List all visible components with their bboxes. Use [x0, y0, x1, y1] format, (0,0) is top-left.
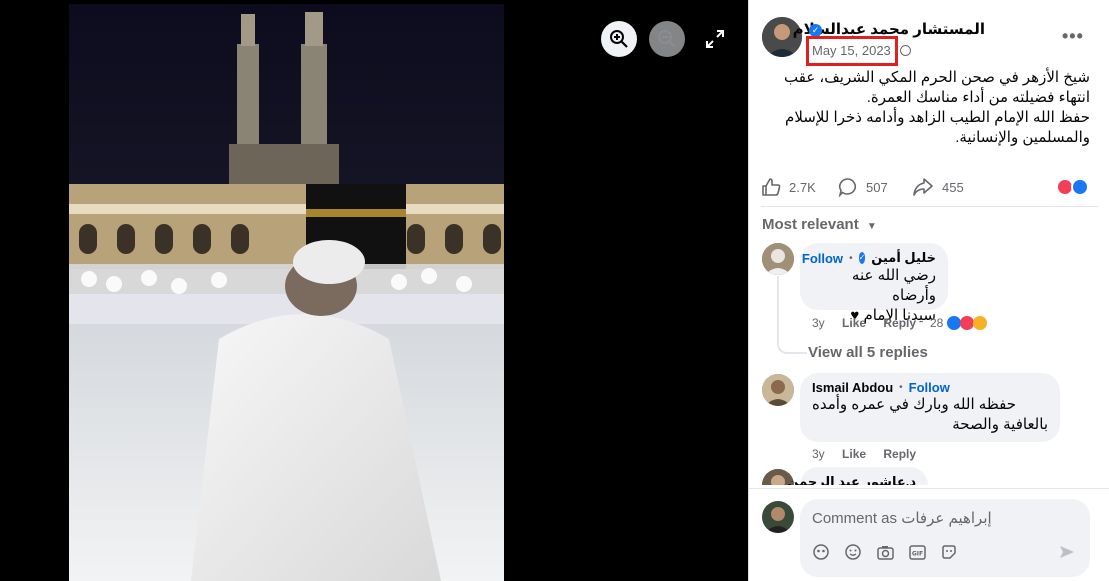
expand-icon: [706, 30, 724, 48]
camera-icon[interactable]: [876, 543, 894, 561]
comment-header: Ismail Abdou • Follow: [812, 380, 1048, 395]
view-replies-link[interactable]: View all 5 replies: [808, 344, 928, 361]
zoom-out-button[interactable]: [649, 21, 685, 57]
photo-pane: [0, 0, 748, 581]
zoom-out-icon: [658, 30, 676, 48]
sort-label: Most relevant: [762, 216, 859, 233]
comment-actions: 3y Like Reply: [812, 447, 916, 461]
more-options-icon: •••: [1062, 26, 1084, 46]
comment-count: 507: [866, 179, 888, 195]
like-button[interactable]: Like: [842, 316, 866, 330]
post-date-label[interactable]: May 15, 2023: [812, 43, 891, 58]
chevron-down-icon: ▼: [866, 221, 877, 232]
emoji-icon[interactable]: [844, 543, 862, 561]
commenter-avatar[interactable]: [762, 243, 794, 275]
share-icon: [913, 178, 933, 196]
comment-bubble: Ismail Abdou • Follow حفظه الله وبارك في…: [800, 373, 1060, 442]
comment-text: رضي الله عنه وأرضاه: [851, 267, 936, 304]
zoom-in-icon: [610, 30, 628, 48]
divider: [761, 206, 1098, 207]
comment-bubble: د.عاشور عبد الرحمن: [787, 467, 928, 485]
follow-link[interactable]: Follow: [909, 380, 950, 395]
sticker-icon[interactable]: [940, 543, 958, 561]
comment-text: بالعافية والصحة: [952, 416, 1048, 433]
svg-text:GIF: GIF: [911, 550, 922, 557]
comment-input[interactable]: Comment as إبراهيم عرفات GIF: [800, 499, 1090, 577]
post-text: شيخ الأزهر في صحن الحرم المكي الشريف، عق…: [761, 68, 1090, 148]
post-text-line: والمسلمين والإنسانية.: [955, 129, 1090, 146]
comment-bubble: Follow • ✓ خليل أمين رضي الله عنه وأرضاه…: [800, 243, 948, 324]
reaction-summary[interactable]: [1056, 178, 1092, 196]
comment-age[interactable]: 3y: [812, 316, 825, 330]
love-reaction-icon: [960, 316, 975, 330]
sort-dropdown[interactable]: Most relevant ▼: [762, 216, 877, 233]
reply-button[interactable]: Reply: [883, 316, 916, 330]
verified-badge-icon: ✓: [858, 252, 866, 264]
comment-header: Follow • ✓ خليل أمين: [802, 250, 936, 266]
share-stat[interactable]: 455: [912, 176, 964, 198]
send-icon[interactable]: [1058, 543, 1076, 561]
like-button[interactable]: Like: [842, 447, 866, 461]
separator: •: [849, 252, 853, 264]
like-count: 2.7K: [789, 179, 816, 195]
globe-icon: [900, 45, 911, 56]
like-icon: [762, 178, 781, 196]
share-count: 455: [942, 179, 964, 195]
reply-button[interactable]: Reply: [883, 447, 916, 461]
post-photo[interactable]: [69, 4, 504, 581]
like-reaction-icon: [1071, 178, 1089, 196]
comments-list: Follow • ✓ خليل أمين رضي الله عنه وأرضاه…: [749, 240, 1109, 485]
commenter-avatar[interactable]: [762, 374, 794, 406]
comment-composer: Comment as إبراهيم عرفات GIF: [749, 488, 1109, 581]
zoom-in-button[interactable]: [601, 21, 637, 57]
commenter-name[interactable]: خليل أمين: [871, 250, 936, 266]
viewer-avatar[interactable]: [762, 501, 794, 533]
like-stat[interactable]: 2.7K: [761, 176, 816, 198]
post-sidebar: المستشار محمد عبدالسلام ✓ May 15, 2023 ·…: [748, 0, 1109, 581]
comment-placeholder: Comment as إبراهيم عرفات: [812, 510, 992, 527]
follow-link[interactable]: Follow: [802, 251, 843, 266]
post-text-line: شيخ الأزهر في صحن الحرم المكي الشريف، عق…: [784, 69, 1090, 86]
comment-reactions[interactable]: 28: [930, 316, 988, 330]
avatar-sticker-icon[interactable]: [812, 543, 830, 561]
date-separator: ·: [894, 43, 899, 58]
care-reaction-icon: [973, 316, 988, 330]
like-reaction-icon: [947, 316, 962, 330]
comment-age[interactable]: 3y: [812, 447, 825, 461]
comment-text: حفظه الله وبارك في عمره وأمده: [812, 396, 1016, 413]
comment-icon: [838, 178, 857, 197]
separator: •: [899, 382, 903, 393]
fullscreen-button[interactable]: [702, 26, 728, 52]
post-date[interactable]: May 15, 2023 ·: [812, 43, 899, 58]
more-options-button[interactable]: •••: [1062, 26, 1084, 47]
comment-stat[interactable]: 507: [838, 176, 888, 198]
post-text-line: حفظ الله الإمام الطيب الزاهد وأدامه ذخرا…: [785, 109, 1090, 126]
post-text-line: انتهاء فضيلته من أداء مناسك العمرة.: [866, 89, 1090, 106]
comment-actions: 3y Like Reply: [812, 316, 916, 330]
commenter-name[interactable]: Ismail Abdou: [812, 380, 893, 395]
photo-viewer: المستشار محمد عبدالسلام ✓ May 15, 2023 ·…: [0, 0, 1109, 581]
reaction-count: 28: [930, 316, 944, 330]
commenter-name[interactable]: د.عاشور عبد الرحمن: [787, 474, 916, 485]
gif-icon[interactable]: GIF: [908, 543, 926, 561]
